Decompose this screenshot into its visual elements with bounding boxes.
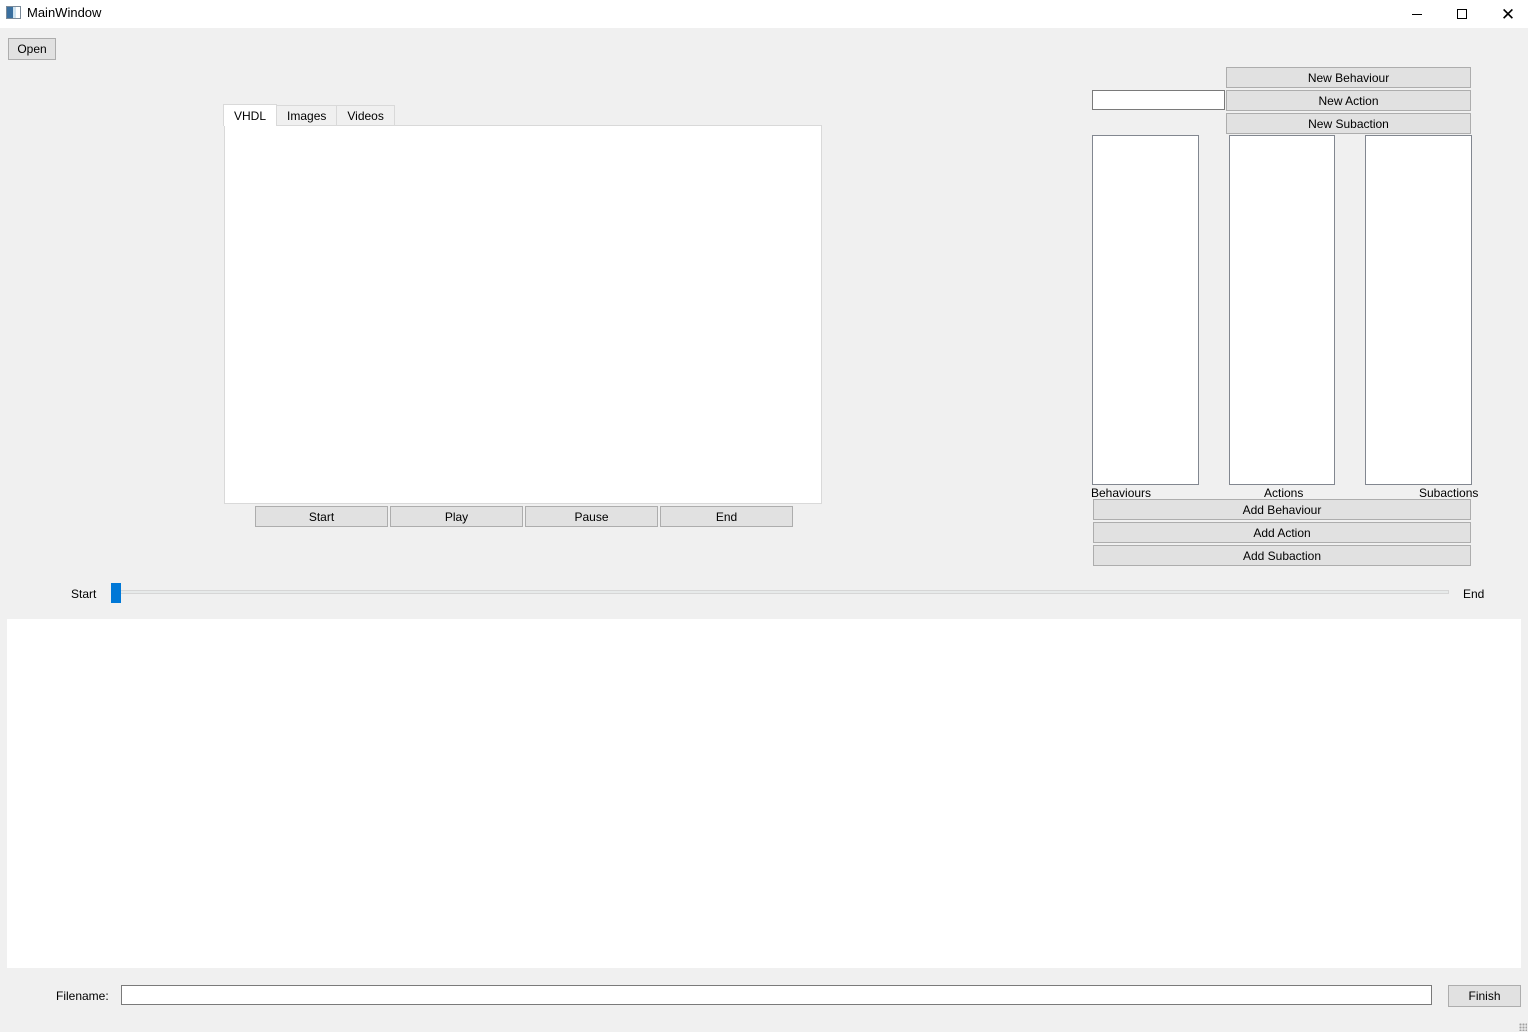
- app-window-icon: [6, 6, 21, 19]
- tab-images[interactable]: Images: [276, 105, 338, 126]
- new-action-button[interactable]: New Action: [1226, 90, 1471, 111]
- behaviours-list[interactable]: [1092, 135, 1199, 485]
- behaviours-label: Behaviours: [1091, 486, 1152, 500]
- maximize-icon: [1457, 9, 1467, 19]
- add-behaviour-button[interactable]: Add Behaviour: [1093, 499, 1471, 520]
- tab-bar: VHDL Images Videos: [223, 104, 395, 126]
- timeline-view-area: [7, 619, 1521, 968]
- minimize-button[interactable]: [1394, 0, 1440, 28]
- name-input[interactable]: [1092, 90, 1225, 110]
- add-subaction-button[interactable]: Add Subaction: [1093, 545, 1471, 566]
- play-button[interactable]: Play: [390, 506, 523, 527]
- start-button[interactable]: Start: [255, 506, 388, 527]
- timeline-end-label: End: [1463, 587, 1485, 601]
- new-behaviour-button[interactable]: New Behaviour: [1226, 67, 1471, 88]
- minimize-icon: [1412, 13, 1422, 15]
- maximize-button[interactable]: [1439, 0, 1485, 28]
- timeline-slider-handle[interactable]: [111, 583, 121, 603]
- actions-list[interactable]: [1229, 135, 1335, 485]
- timeline-slider-track[interactable]: [112, 590, 1449, 594]
- filename-label: Filename:: [56, 989, 109, 1003]
- resize-grip[interactable]: [1519, 1023, 1527, 1031]
- pause-button[interactable]: Pause: [525, 506, 658, 527]
- close-button[interactable]: ✕: [1485, 0, 1528, 28]
- subactions-label: Subactions: [1419, 486, 1479, 500]
- open-button[interactable]: Open: [8, 38, 56, 60]
- window-title: MainWindow: [27, 5, 102, 20]
- vhdl-tab-pane: [224, 125, 822, 504]
- new-subaction-button[interactable]: New Subaction: [1226, 113, 1471, 134]
- tab-vhdl[interactable]: VHDL: [223, 104, 278, 126]
- finish-button[interactable]: Finish: [1448, 985, 1521, 1007]
- tab-videos[interactable]: Videos: [336, 105, 395, 126]
- subactions-list[interactable]: [1365, 135, 1472, 485]
- filename-input[interactable]: [121, 985, 1432, 1005]
- end-button[interactable]: End: [660, 506, 793, 527]
- close-icon: ✕: [1500, 4, 1516, 24]
- title-bar: MainWindow ✕: [0, 0, 1528, 28]
- add-action-button[interactable]: Add Action: [1093, 522, 1471, 543]
- timeline-start-label: Start: [71, 587, 97, 601]
- actions-label: Actions: [1264, 486, 1304, 500]
